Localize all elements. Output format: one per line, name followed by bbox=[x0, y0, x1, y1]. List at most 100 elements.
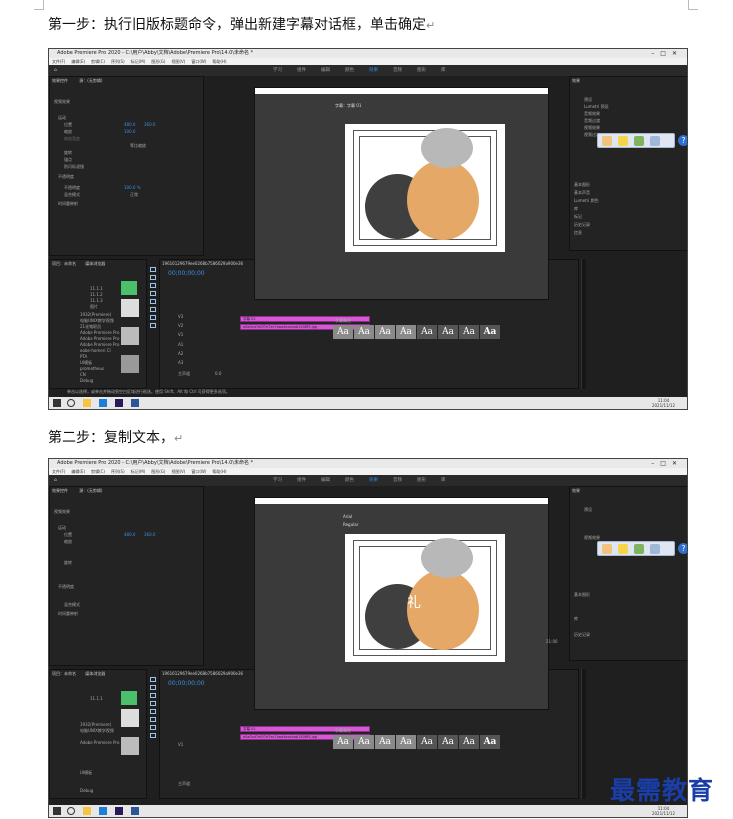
effect-row-antiflicker[interactable]: 防闪烁滤镜 bbox=[64, 164, 84, 170]
menu-clip[interactable]: 剪辑(C) bbox=[91, 59, 105, 64]
effect-row-motion[interactable]: 运动 bbox=[58, 115, 66, 121]
razor-icon[interactable] bbox=[150, 291, 156, 296]
style-swatch[interactable]: Aa bbox=[396, 325, 416, 339]
effect-row-scale[interactable]: 缩放 bbox=[64, 129, 72, 135]
project-item[interactable]: PTA bbox=[80, 354, 87, 359]
project-item[interactable]: 11.1.1 bbox=[90, 696, 103, 701]
style-swatch[interactable]: Aa bbox=[438, 735, 458, 749]
timecode[interactable]: 00;00;00;00 bbox=[168, 270, 205, 277]
project-item[interactable]: 1932(Premiere) bbox=[80, 722, 111, 727]
menu-edit[interactable]: 编辑(E) bbox=[71, 59, 85, 64]
effect-row-uniform-scale[interactable]: 等比缩放 bbox=[130, 143, 146, 149]
workspace-assembly[interactable]: 组件 bbox=[297, 475, 306, 486]
effect-row-rotation[interactable]: 旋转 bbox=[64, 150, 72, 156]
effect-row-time-remap[interactable]: 时间重映射 bbox=[58, 201, 78, 207]
menu-marker[interactable]: 标记(M) bbox=[131, 59, 146, 64]
window-controls[interactable]: –□✕ bbox=[651, 49, 683, 58]
panel-link[interactable]: 历史记录 bbox=[574, 222, 590, 228]
sequence-tab[interactable]: 19616129679ee0268b7586029a900e36 bbox=[162, 671, 243, 676]
effect-value-position-x[interactable]: 480.0 bbox=[124, 122, 135, 127]
style-swatch[interactable]: Aa bbox=[354, 325, 374, 339]
workspace-audio[interactable]: 音频 bbox=[393, 65, 402, 76]
effect-row-position[interactable]: 位置 bbox=[64, 122, 72, 128]
menu-help[interactable]: 帮助(H) bbox=[212, 469, 226, 474]
word-icon[interactable] bbox=[131, 399, 139, 407]
panel-link[interactable]: 信息 bbox=[574, 230, 582, 236]
windows-start-icon[interactable] bbox=[53, 807, 61, 815]
project-item[interactable]: 11.1.3 bbox=[90, 298, 103, 303]
project-item[interactable]: CN bbox=[80, 372, 86, 377]
project-item[interactable]: Adobe Premiere Pro bbox=[80, 330, 119, 335]
project-item[interactable]: UI模板 bbox=[80, 770, 92, 776]
workspace-edit[interactable]: 编辑 bbox=[321, 65, 330, 76]
menu-help[interactable]: 帮助(H) bbox=[212, 59, 226, 64]
project-item[interactable]: 图片 bbox=[90, 304, 98, 310]
project-item[interactable]: oobe-homeri Cl bbox=[80, 348, 111, 353]
menu-marker[interactable]: 标记(M) bbox=[131, 469, 146, 474]
tab-source[interactable]: 源：(无剪辑) bbox=[79, 78, 102, 83]
menu-view[interactable]: 视图(V) bbox=[171, 469, 185, 474]
track-select-icon[interactable] bbox=[150, 275, 156, 280]
edge-icon[interactable] bbox=[99, 807, 107, 815]
menu-graphics[interactable]: 图形(G) bbox=[151, 59, 165, 64]
hand-icon[interactable] bbox=[602, 136, 612, 146]
panel-link[interactable]: 基本图形 bbox=[574, 592, 590, 598]
tab-project[interactable]: 项目：未命名 bbox=[52, 671, 76, 676]
track-name[interactable]: V3 bbox=[178, 314, 183, 319]
export-icon[interactable] bbox=[634, 544, 644, 554]
track-select-icon[interactable] bbox=[150, 685, 156, 690]
effect-row-blend-mode[interactable]: 混合模式 bbox=[64, 192, 80, 198]
home-icon[interactable]: ⌂ bbox=[54, 65, 57, 76]
effect-value-opacity[interactable]: 100.0 % bbox=[124, 185, 141, 190]
menu-sequence[interactable]: 序列(S) bbox=[111, 59, 125, 64]
panel-link[interactable]: 基本声音 bbox=[574, 190, 590, 196]
style-swatch[interactable]: Aa bbox=[459, 735, 479, 749]
file-explorer-icon[interactable] bbox=[83, 807, 91, 815]
style-swatch[interactable]: Aa bbox=[417, 325, 437, 339]
style-swatch[interactable]: Aa bbox=[375, 325, 395, 339]
effects-category[interactable]: 音频过渡 bbox=[584, 118, 600, 124]
tab-project[interactable]: 项目：未命名 bbox=[52, 261, 76, 266]
track-name[interactable]: V1 bbox=[178, 742, 183, 747]
style-swatch[interactable]: Aa bbox=[438, 325, 458, 339]
title-text[interactable]: 礼 bbox=[407, 592, 421, 612]
effect-value-scale[interactable]: 100.0 bbox=[124, 129, 135, 134]
menu-window[interactable]: 窗口(W) bbox=[191, 59, 206, 64]
effect-value-blend[interactable]: 正常 bbox=[130, 192, 138, 198]
zoom-icon[interactable] bbox=[650, 136, 660, 146]
type-icon[interactable] bbox=[150, 323, 156, 328]
effects-category[interactable]: 视频效果 bbox=[584, 125, 600, 131]
panel-link[interactable]: 基本图形 bbox=[574, 182, 590, 188]
effect-row-opacity[interactable]: 不透明度 bbox=[64, 185, 80, 191]
menu-view[interactable]: 视图(V) bbox=[171, 59, 185, 64]
style-swatch[interactable]: Aa bbox=[354, 735, 374, 749]
effect-row-opacity-group[interactable]: 不透明度 bbox=[58, 584, 74, 590]
track-name[interactable]: A2 bbox=[178, 351, 183, 356]
project-item[interactable]: Debug bbox=[80, 378, 93, 383]
workspace-audio[interactable]: 音频 bbox=[393, 475, 402, 486]
razor-icon[interactable] bbox=[150, 701, 156, 706]
comment-icon[interactable] bbox=[618, 544, 628, 554]
workspace-color[interactable]: 颜色 bbox=[345, 65, 354, 76]
master-track-name[interactable]: 主声道 bbox=[178, 371, 190, 377]
selection-tool-icon[interactable] bbox=[150, 677, 156, 682]
effects-category[interactable]: Lumetri 预设 bbox=[584, 104, 609, 110]
panel-link[interactable]: Lumetri 颜色 bbox=[574, 198, 599, 204]
search-icon[interactable] bbox=[67, 399, 75, 407]
media-thumbnail[interactable] bbox=[121, 709, 139, 727]
style-swatch[interactable]: Aa bbox=[375, 735, 395, 749]
workspace-edit[interactable]: 编辑 bbox=[321, 475, 330, 486]
pen-icon[interactable] bbox=[150, 717, 156, 722]
effect-value-position-x[interactable]: 480.0 bbox=[124, 532, 135, 537]
project-item[interactable]: Adobe Premiere Pro bbox=[80, 740, 119, 745]
menu-sequence[interactable]: 序列(S) bbox=[111, 469, 125, 474]
effects-panel-title[interactable]: 效果 bbox=[572, 78, 580, 84]
effect-row-position[interactable]: 位置 bbox=[64, 532, 72, 538]
media-thumbnail[interactable] bbox=[121, 737, 139, 755]
style-swatch[interactable]: Aa bbox=[480, 325, 500, 339]
help-icon[interactable]: ? bbox=[678, 543, 687, 554]
font-family-field[interactable]: Arial bbox=[343, 514, 352, 519]
workspace-libraries[interactable]: 库 bbox=[441, 65, 446, 76]
workspace-graphics[interactable]: 图形 bbox=[417, 65, 426, 76]
project-item[interactable]: 1932(Premiere) bbox=[80, 312, 111, 317]
